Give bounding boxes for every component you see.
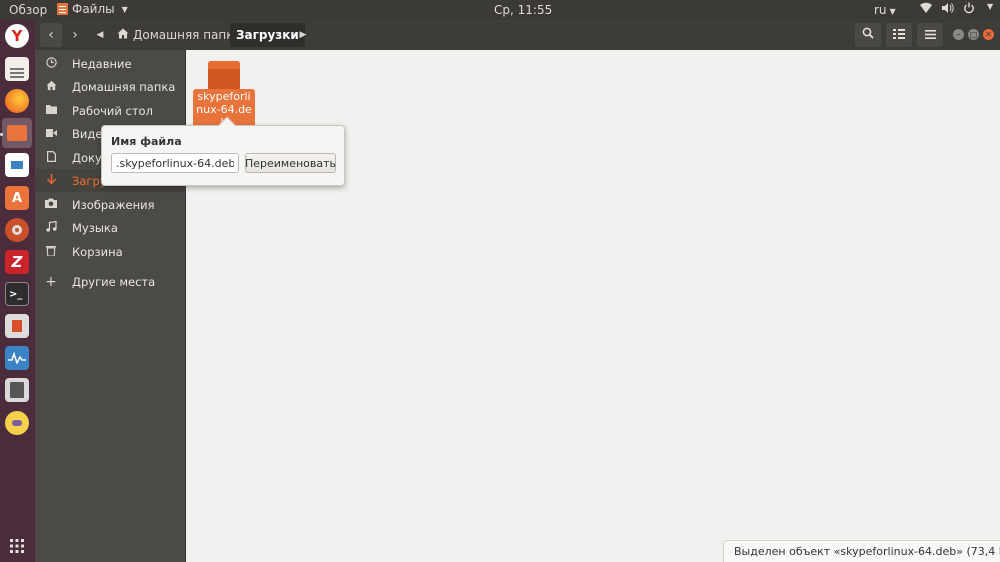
- caret-down-icon: ▼: [121, 4, 128, 14]
- firefox-icon[interactable]: [5, 89, 29, 113]
- sidebar-item-home[interactable]: Домашняя папка: [35, 75, 186, 98]
- chevron-left-icon: ‹: [48, 27, 54, 43]
- hamburger-icon: [924, 28, 936, 43]
- camera-icon: [37, 198, 65, 211]
- plus-icon: +: [45, 273, 57, 290]
- clock-icon: [37, 56, 65, 71]
- video-icon: [37, 127, 65, 140]
- list-view-icon: [893, 28, 905, 43]
- app-menu-label: Файлы: [72, 2, 115, 16]
- caret-down-icon: ▼: [889, 7, 896, 16]
- network-icon: [920, 2, 932, 17]
- menu-button[interactable]: [917, 23, 943, 47]
- sidebar-item-trash[interactable]: Корзина: [35, 240, 186, 263]
- clock[interactable]: Ср, 11:55: [494, 3, 552, 17]
- trash-icon: [37, 245, 65, 259]
- app-menu[interactable]: Файлы ▼: [57, 2, 128, 16]
- terminal-icon[interactable]: >_: [5, 282, 29, 306]
- top-bar: Обзор Файлы ▼ Ср, 11:55 ru ▼ ▼: [0, 0, 1000, 20]
- close-button[interactable]: ✕: [983, 29, 994, 40]
- search-icon: [862, 27, 874, 43]
- breadcrumb-scroll-right[interactable]: ▶: [296, 23, 310, 47]
- settings-icon[interactable]: [5, 218, 29, 242]
- activities-button[interactable]: Обзор: [9, 3, 47, 17]
- home-icon: [37, 80, 65, 94]
- sidebar-item-label: Музыка: [72, 220, 118, 235]
- yandex-browser-icon[interactable]: Y: [5, 24, 29, 48]
- caret-down-icon: ▼: [987, 2, 994, 11]
- document-icon: [37, 150, 65, 165]
- forward-button[interactable]: ›: [64, 23, 86, 47]
- calculator-icon[interactable]: [5, 378, 29, 402]
- music-icon: [37, 220, 65, 235]
- sidebar-item-pictures[interactable]: Изображения: [35, 193, 186, 216]
- sidebar-item-label: Рабочий стол: [72, 103, 153, 118]
- maximize-button[interactable]: □: [968, 29, 979, 40]
- breadcrumb-home-label: Домашняя папка: [133, 28, 241, 42]
- close-icon: ✕: [985, 30, 992, 39]
- sidebar-item-label: Корзина: [72, 244, 123, 259]
- language-label: ru: [874, 3, 887, 17]
- chevron-right-icon: ›: [72, 27, 78, 43]
- window-header: ‹ › ◀ Домашняя папка Загрузки ▶ – □ ✕: [35, 20, 1000, 50]
- pidgin-icon[interactable]: [5, 411, 29, 435]
- system-monitor-icon[interactable]: [5, 346, 29, 370]
- download-icon: [37, 173, 65, 188]
- sidebar-item-music[interactable]: Музыка: [35, 216, 186, 239]
- volume-icon: [941, 2, 954, 17]
- rename-input[interactable]: [111, 153, 239, 173]
- sidebar-item-recent[interactable]: Недавние: [35, 52, 186, 75]
- sidebar-item-label: Изображения: [72, 197, 155, 212]
- sidebar-item-label: Домашняя папка: [72, 79, 176, 94]
- caret-right-icon: ▶: [299, 30, 307, 40]
- text-editor-icon[interactable]: [5, 57, 29, 81]
- sidebar-item-other-locations[interactable]: + Другие места: [35, 270, 186, 293]
- files-icon[interactable]: [2, 118, 32, 148]
- system-tray[interactable]: ▼: [920, 2, 993, 17]
- rename-title: Имя файла: [111, 135, 182, 148]
- breadcrumb-scroll-left[interactable]: ◀: [93, 23, 107, 47]
- files-app-icon: [57, 3, 68, 15]
- app-grid-icon[interactable]: [5, 534, 29, 558]
- software-center-icon[interactable]: A: [5, 186, 29, 210]
- folder-icon: [37, 104, 65, 117]
- rename-popover: Имя файла Переименовать: [101, 116, 345, 186]
- maximize-icon: □: [969, 30, 978, 39]
- breadcrumb-home[interactable]: Домашняя папка: [111, 23, 247, 47]
- deb-package-icon: [208, 61, 240, 91]
- filezilla-icon[interactable]: Z: [5, 250, 29, 274]
- sidebar-item-label: Другие места: [72, 274, 156, 289]
- rename-button[interactable]: Переименовать: [245, 153, 336, 173]
- launcher-dock: Y A Z >_: [0, 20, 35, 562]
- breadcrumb-downloads[interactable]: Загрузки: [230, 23, 305, 47]
- power-icon: [963, 2, 975, 17]
- view-toggle-button[interactable]: [886, 23, 912, 47]
- usb-creator-icon[interactable]: [5, 314, 29, 338]
- sidebar-item-label: Недавние: [72, 56, 132, 71]
- search-button[interactable]: [855, 23, 881, 47]
- minimize-button[interactable]: –: [953, 29, 964, 40]
- sidebar-item-desktop[interactable]: Рабочий стол: [35, 99, 186, 122]
- selection-status: Выделен объект «skypeforlinux-64.deb» (7…: [723, 540, 1000, 562]
- caret-left-icon: ◀: [96, 30, 104, 40]
- back-button[interactable]: ‹: [40, 23, 62, 47]
- minimize-icon: –: [956, 30, 961, 39]
- home-icon: [117, 28, 129, 42]
- language-indicator[interactable]: ru ▼: [874, 3, 896, 17]
- libreoffice-writer-icon[interactable]: [5, 153, 29, 177]
